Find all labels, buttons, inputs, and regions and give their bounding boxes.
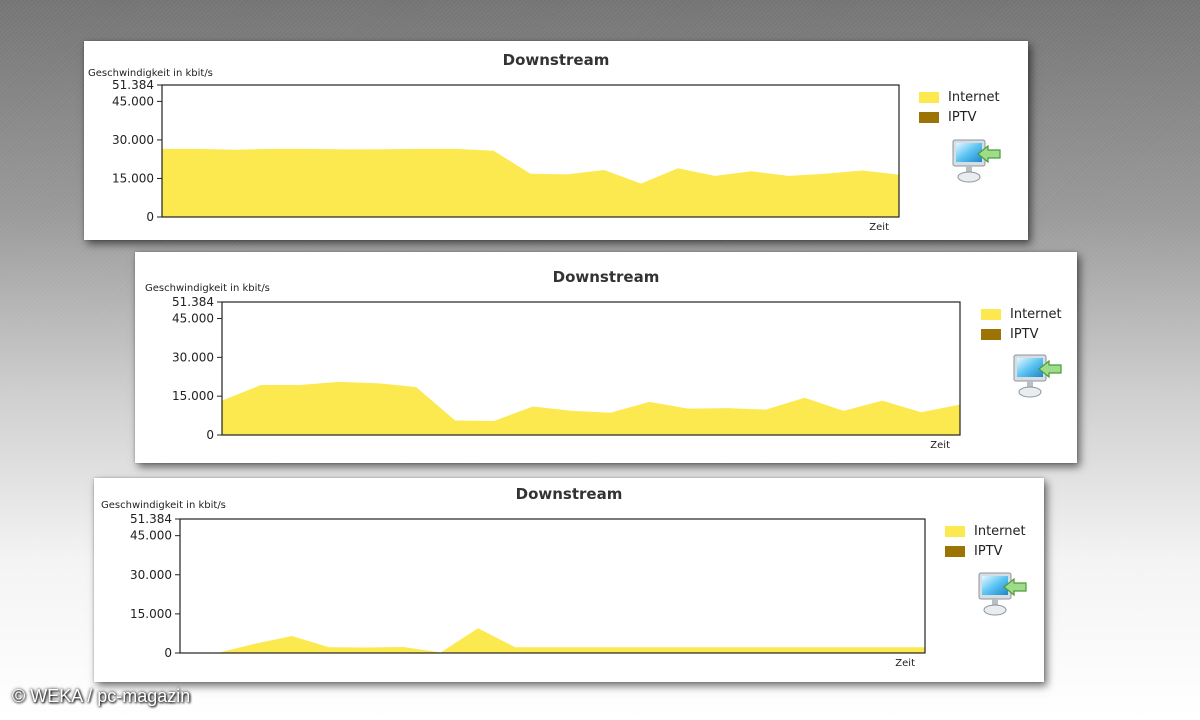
legend-item-internet: Internet (981, 304, 1062, 324)
series-area-internet (222, 381, 960, 435)
legend-swatch-internet (981, 308, 1001, 320)
legend-swatch-internet (919, 91, 939, 103)
legend-label-internet: Internet (948, 89, 1000, 105)
legend: Internet IPTV (981, 304, 1062, 344)
legend-swatch-iptv (945, 545, 965, 557)
legend-label-internet: Internet (1010, 306, 1062, 322)
y-tick-label: 51.384 (130, 512, 172, 526)
legend: Internet IPTV (945, 521, 1026, 561)
legend-swatch-internet (945, 525, 965, 537)
legend-swatch-iptv (981, 328, 1001, 340)
y-tick-label: 30.000 (112, 133, 154, 147)
legend: Internet IPTV (919, 87, 1000, 127)
series-area-internet (162, 148, 899, 217)
area-chart-1: 0 15.000 30.000 45.000 51.384 Zeit (112, 78, 900, 233)
area-chart-2: 0 15.000 30.000 45.000 51.384 Zeit (172, 295, 961, 451)
y-tick-label: 51.384 (172, 295, 214, 309)
y-tick-label: 15.000 (130, 607, 172, 621)
y-tick-label: 0 (164, 646, 172, 660)
legend-swatch-iptv (919, 111, 939, 123)
x-axis-label: Zeit (930, 440, 950, 451)
chart-panel-1: Downstream Geschwindigkeit in kbit/s 0 15… (84, 41, 1028, 240)
legend-label-iptv: IPTV (974, 543, 1003, 559)
chart-panel-3: Downstream Geschwindigkeit in kbit/s 0 15… (94, 478, 1044, 682)
y-tick-label: 51.384 (112, 78, 154, 92)
monitor-download-icon (1011, 353, 1063, 405)
copyright-watermark: © WEKA / pc-magazin (12, 686, 191, 706)
y-tick-label: 15.000 (172, 389, 214, 403)
series-area-internet (180, 628, 925, 653)
y-tick-label: 30.000 (172, 350, 214, 364)
legend-label-internet: Internet (974, 523, 1026, 539)
legend-item-internet: Internet (945, 521, 1026, 541)
y-tick-label: 15.000 (112, 171, 154, 185)
y-tick-label: 45.000 (172, 312, 214, 326)
y-tick-label: 30.000 (130, 568, 172, 582)
legend-item-internet: Internet (919, 87, 1000, 107)
area-chart-3: 0 15.000 30.000 45.000 51.384 Zeit (130, 512, 926, 669)
monitor-download-icon (950, 138, 1002, 190)
x-axis-label: Zeit (869, 222, 889, 233)
legend-item-iptv: IPTV (945, 541, 1026, 561)
x-axis-label: Zeit (895, 658, 915, 669)
legend-label-iptv: IPTV (948, 109, 977, 125)
plot-frame (179, 518, 926, 654)
monitor-download-icon (976, 571, 1028, 623)
y-tick-label: 0 (146, 210, 154, 224)
y-tick-label: 45.000 (112, 94, 154, 108)
legend-label-iptv: IPTV (1010, 326, 1039, 342)
legend-item-iptv: IPTV (919, 107, 1000, 127)
chart-panel-2: Downstream Geschwindigkeit in kbit/s 0 15… (135, 252, 1077, 463)
legend-item-iptv: IPTV (981, 324, 1062, 344)
y-tick-label: 45.000 (130, 529, 172, 543)
y-tick-label: 0 (206, 428, 214, 442)
